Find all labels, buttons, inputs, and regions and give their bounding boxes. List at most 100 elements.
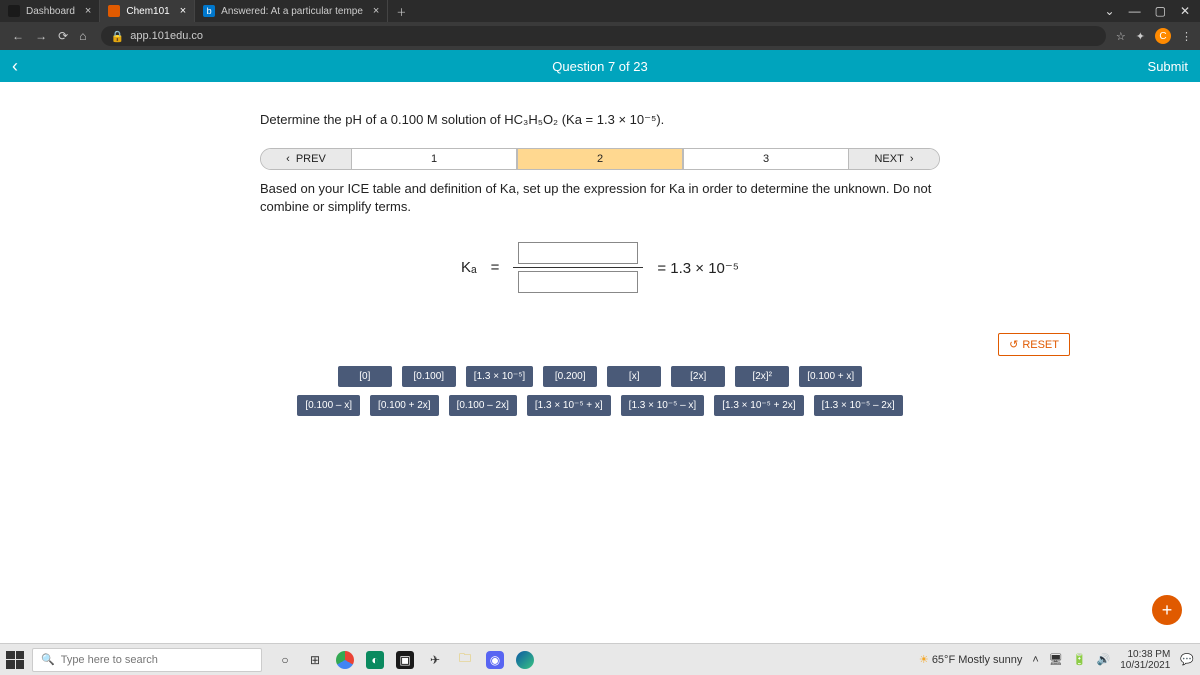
edge-icon[interactable] (516, 651, 534, 669)
notifications-icon[interactable]: 💬 (1180, 653, 1194, 666)
tile[interactable]: [1.3 × 10⁻⁵ + x] (527, 395, 611, 416)
clock-date: 10/31/2021 (1120, 660, 1170, 671)
plus-icon: + (1162, 600, 1173, 621)
app-icon[interactable]: ▣ (396, 651, 414, 669)
tile[interactable]: [0.100 + 2x] (370, 395, 439, 416)
tile[interactable]: [0.100 – 2x] (449, 395, 517, 416)
tile[interactable]: [0] (338, 366, 392, 387)
tile[interactable]: [2x]² (735, 366, 789, 387)
address-bar[interactable]: 🔒 app.101edu.co (101, 26, 1106, 46)
profile-icon[interactable]: C (1155, 28, 1171, 44)
denominator-slot[interactable] (518, 271, 638, 293)
clock[interactable]: 10:38 PM 10/31/2021 (1120, 649, 1170, 671)
windows-taskbar: 🔍 Type here to search ○ ⊞ ◐ ▣ ✈ 🗀 ◉ ☀ 65… (0, 643, 1200, 675)
search-icon: 🔍 (41, 653, 55, 666)
tab-label: Answered: At a particular tempe (221, 6, 363, 17)
clock-time: 10:38 PM (1120, 649, 1170, 660)
numerator-slot[interactable] (518, 242, 638, 264)
step-1[interactable]: 1 (351, 149, 517, 169)
tile[interactable]: [0.100 + x] (799, 366, 862, 387)
taskview-icon[interactable]: ⊞ (306, 651, 324, 669)
tile[interactable]: [1.3 × 10⁻⁵ – x] (621, 395, 705, 416)
help-fab[interactable]: + (1152, 595, 1182, 625)
maximize-icon[interactable]: ▢ (1155, 4, 1166, 18)
equals-sign: = (491, 259, 500, 276)
reset-button[interactable]: ↺ RESET (998, 333, 1070, 356)
step-label: 1 (431, 153, 437, 165)
question-counter: Question 7 of 23 (552, 59, 647, 74)
step-3[interactable]: 3 (683, 149, 849, 169)
tray-volume-icon[interactable]: 🔊 (1097, 653, 1111, 666)
favicon-icon (8, 5, 20, 17)
favicon-icon (108, 5, 120, 17)
file-explorer-icon[interactable]: 🗀 (456, 651, 474, 669)
start-button[interactable] (6, 651, 24, 669)
close-icon[interactable]: × (85, 5, 91, 17)
tray-monitor-icon[interactable]: 🖥 (1049, 653, 1063, 666)
close-window-icon[interactable]: ✕ (1180, 4, 1190, 18)
app-icon[interactable]: ◐ (366, 651, 384, 669)
next-label: NEXT (874, 153, 903, 165)
tray-chevron-icon[interactable]: ˄ (1032, 654, 1038, 666)
answer-tiles: [0] [0.100] [1.3 × 10⁻⁵] [0.200] [x] [2x… (130, 366, 1070, 416)
tile[interactable]: [x] (607, 366, 661, 387)
reload-icon[interactable]: ⟳ (58, 29, 68, 43)
question-prompt: Determine the pH of a 0.100 M solution o… (260, 112, 940, 128)
forward-icon[interactable]: → (35, 29, 47, 43)
url-text: app.101edu.co (130, 30, 203, 42)
chevron-left-icon: ‹ (286, 153, 290, 165)
ka-expression: Kₐ = = 1.3 × 10⁻⁵ (260, 242, 940, 293)
tile[interactable]: [2x] (671, 366, 725, 387)
tile[interactable]: [0.200] (543, 366, 597, 387)
tab-label: Chem101 (126, 6, 169, 17)
tile[interactable]: [1.3 × 10⁻⁵ + 2x] (714, 395, 803, 416)
ka-rhs: = 1.3 × 10⁻⁵ (657, 259, 739, 277)
back-icon[interactable]: ← (12, 29, 24, 43)
close-icon[interactable]: × (180, 5, 186, 17)
search-placeholder: Type here to search (61, 654, 158, 666)
step-instruction: Based on your ICE table and definition o… (260, 180, 940, 216)
menu-icon[interactable]: ⋮ (1181, 30, 1192, 43)
tile[interactable]: [1.3 × 10⁻⁵] (466, 366, 533, 387)
undo-icon: ↺ (1009, 338, 1018, 351)
ka-symbol: Kₐ (461, 259, 477, 276)
weather-widget[interactable]: ☀ 65°F Mostly sunny (919, 653, 1023, 666)
home-icon[interactable]: ⌂ (79, 29, 86, 43)
browser-titlebar: Dashboard × Chem101 × b Answered: At a p… (0, 0, 1200, 22)
next-button[interactable]: NEXT › (849, 149, 939, 169)
weather-text: 65°F Mostly sunny (932, 654, 1023, 666)
tile[interactable]: [1.3 × 10⁻⁵ – 2x] (814, 395, 903, 416)
step-navigator: ‹ PREV 1 2 3 NEXT › (260, 148, 940, 170)
chrome-icon[interactable] (336, 651, 354, 669)
chevron-down-icon[interactable]: ⌄ (1105, 4, 1115, 18)
favicon-icon: b (203, 5, 215, 17)
tile[interactable]: [0.100] (402, 366, 456, 387)
new-tab-button[interactable]: ＋ (388, 0, 414, 22)
tile[interactable]: [0.100 – x] (297, 395, 360, 416)
tab-dashboard[interactable]: Dashboard × (0, 0, 100, 22)
fraction-bar (513, 267, 643, 268)
step-2[interactable]: 2 (517, 149, 683, 169)
discord-icon[interactable]: ◉ (486, 651, 504, 669)
prev-label: PREV (296, 153, 326, 165)
step-label: 3 (763, 153, 769, 165)
reset-label: RESET (1022, 339, 1059, 351)
app-header: ‹ Question 7 of 23 Submit (0, 50, 1200, 82)
browser-toolbar: ← → ⟳ ⌂ 🔒 app.101edu.co ☆ ✦ C ⋮ (0, 22, 1200, 50)
tab-answered[interactable]: b Answered: At a particular tempe × (195, 0, 388, 22)
submit-button[interactable]: Submit (1148, 59, 1188, 74)
star-icon[interactable]: ☆ (1116, 30, 1126, 43)
close-icon[interactable]: × (373, 5, 379, 17)
content-area: Determine the pH of a 0.100 M solution o… (0, 82, 1200, 416)
extension-icon[interactable]: ✦ (1136, 30, 1145, 43)
lock-icon: 🔒 (111, 30, 125, 43)
plus-icon: ＋ (396, 4, 406, 19)
tab-chem101[interactable]: Chem101 × (100, 0, 195, 22)
tray-battery-icon[interactable]: 🔋 (1073, 653, 1087, 666)
taskbar-search[interactable]: 🔍 Type here to search (32, 648, 262, 672)
cortana-icon[interactable]: ○ (276, 651, 294, 669)
app-icon[interactable]: ✈ (426, 651, 444, 669)
minimize-icon[interactable]: — (1129, 4, 1141, 18)
prev-button[interactable]: ‹ PREV (261, 149, 351, 169)
app-back-icon[interactable]: ‹ (12, 56, 18, 77)
